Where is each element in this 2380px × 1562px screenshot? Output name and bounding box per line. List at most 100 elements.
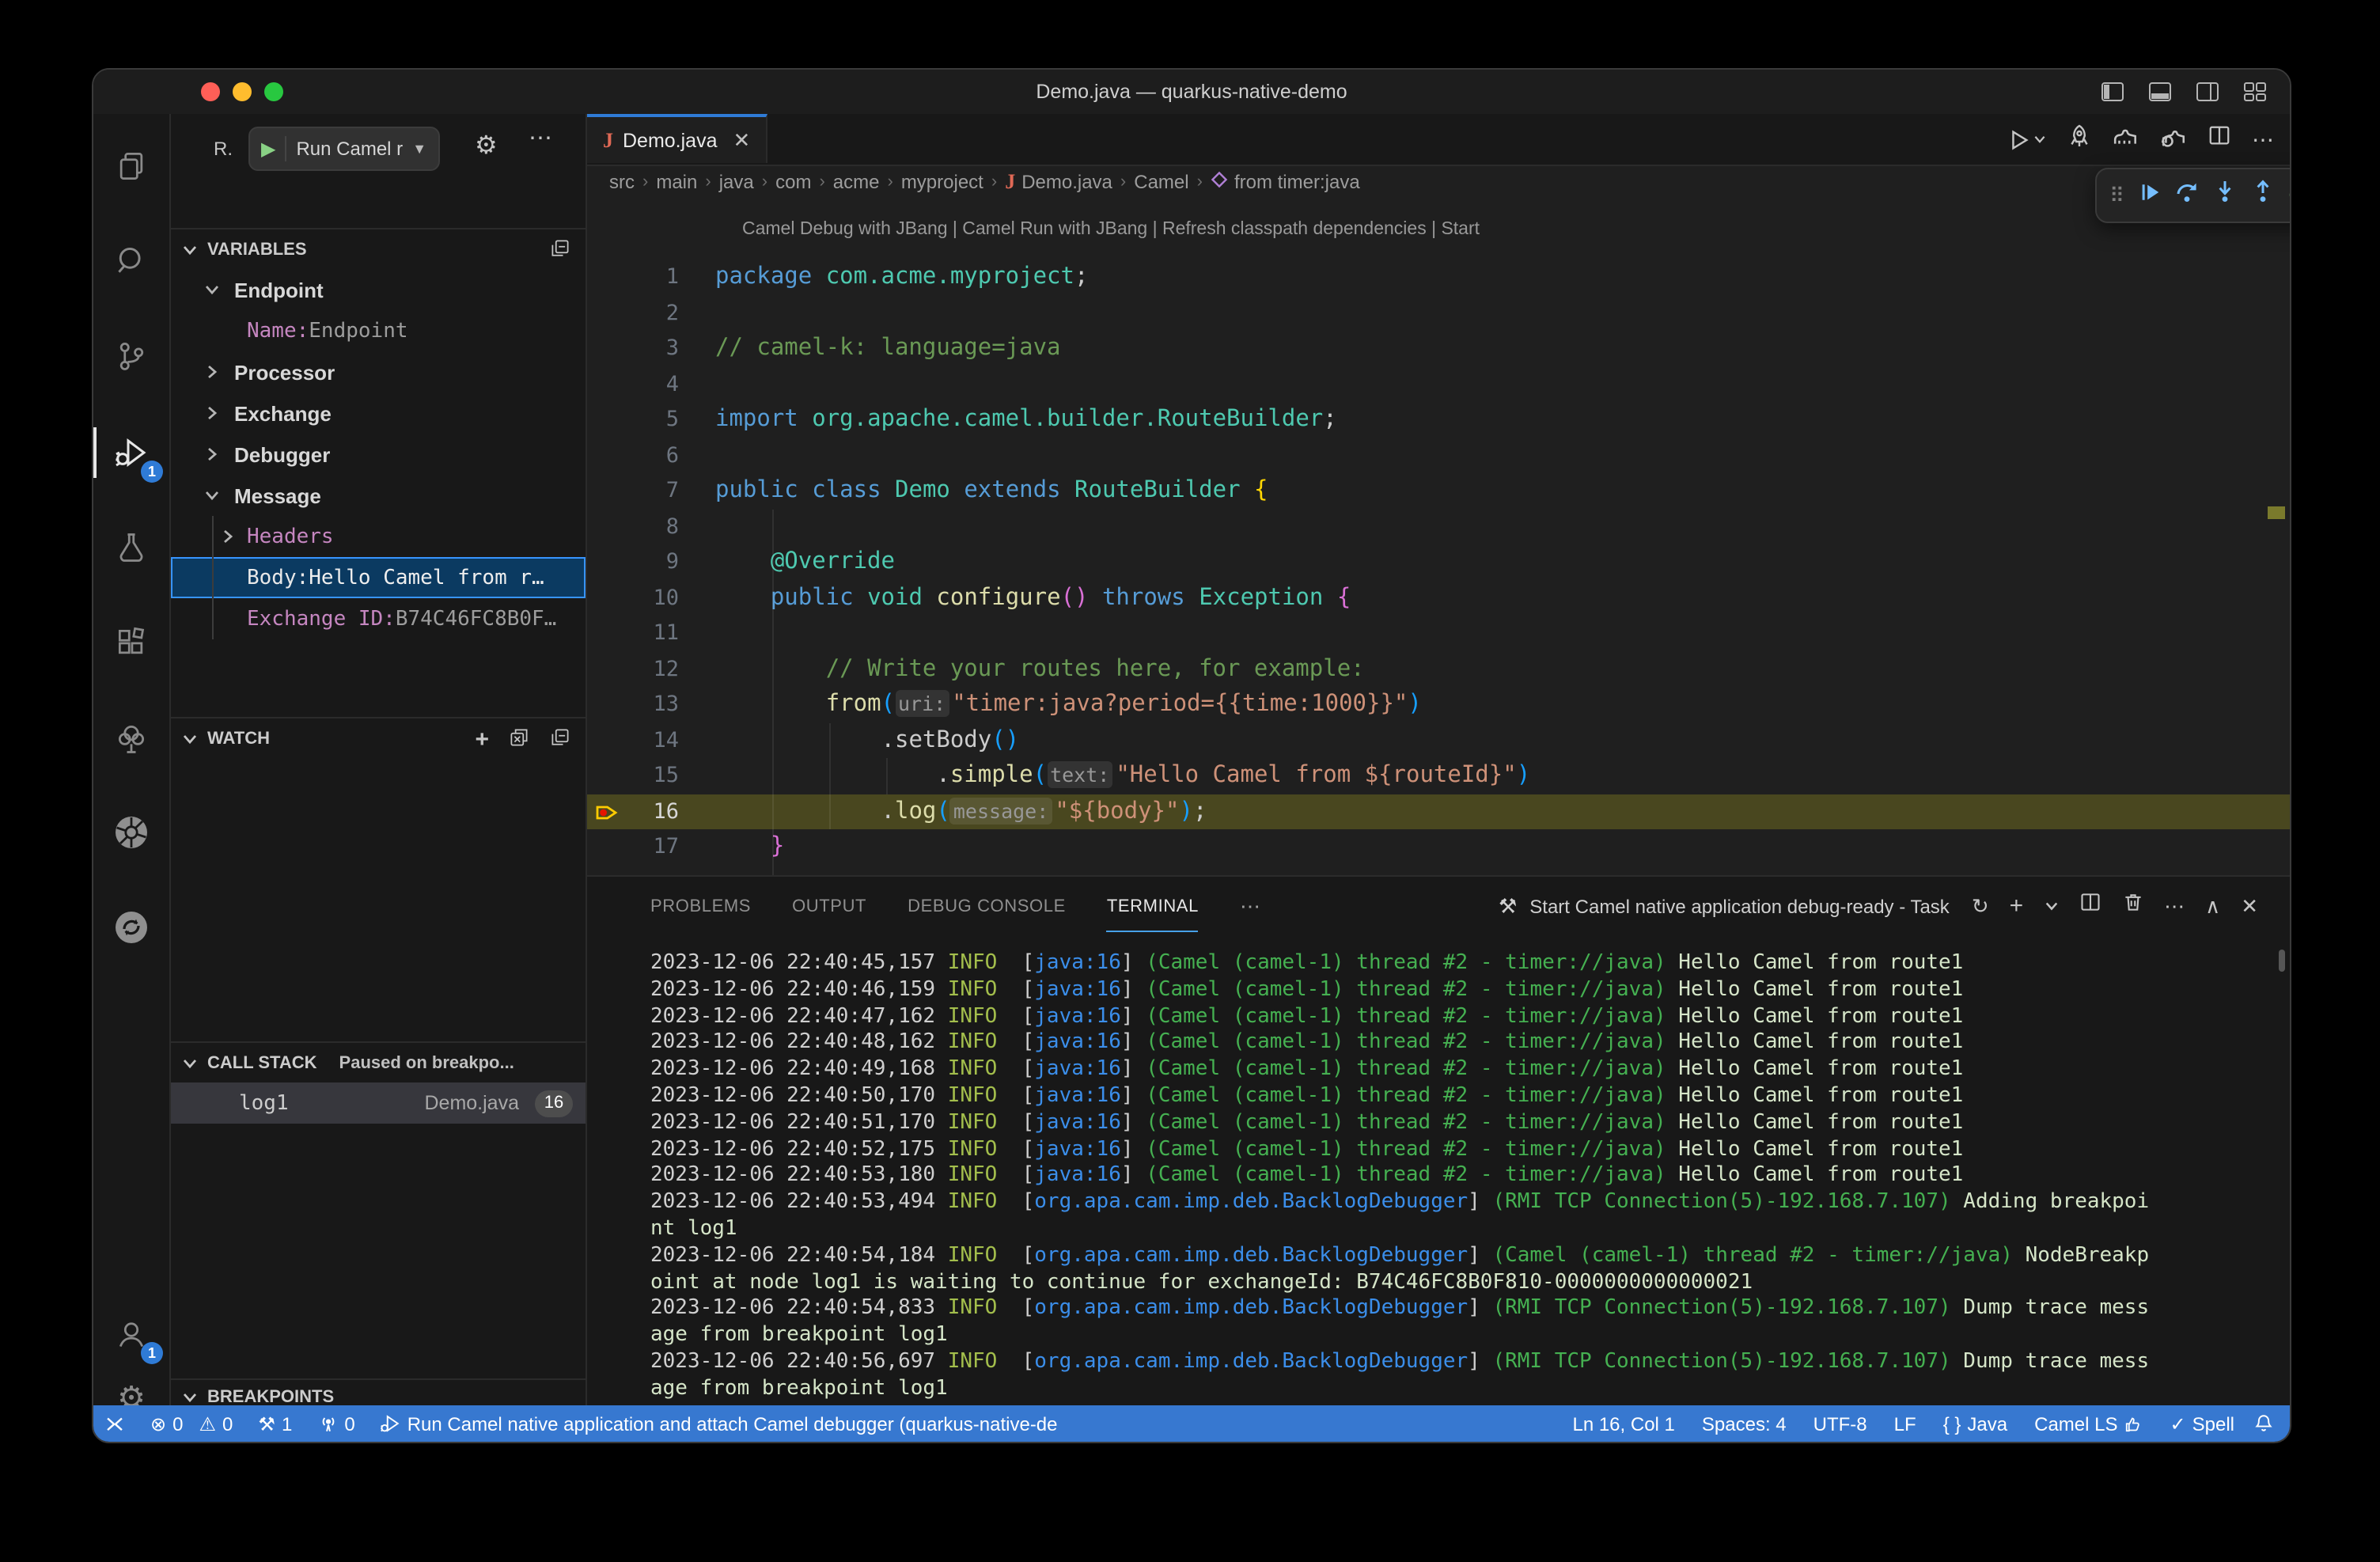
breadcrumb-item[interactable]: java bbox=[719, 171, 754, 193]
close-panel-icon[interactable]: ✕ bbox=[2241, 893, 2258, 919]
step-over-icon[interactable] bbox=[2173, 179, 2199, 212]
eol-sequence[interactable]: LF bbox=[1894, 1412, 1916, 1435]
language-mode[interactable]: { }Java bbox=[1943, 1412, 2007, 1435]
accounts-icon[interactable]: 1 bbox=[93, 1298, 169, 1371]
tree-chevron-icon[interactable] bbox=[204, 364, 220, 380]
tree-chevron-icon[interactable] bbox=[204, 446, 220, 462]
breadcrumb-item[interactable]: JDemo.java bbox=[1005, 169, 1112, 195]
line-number[interactable]: 1 bbox=[587, 260, 679, 295]
variables-row[interactable]: Debugger bbox=[171, 434, 586, 475]
code-line[interactable]: 14 .setBody() bbox=[587, 722, 2290, 758]
new-terminal-icon[interactable]: + bbox=[2010, 893, 2024, 919]
openshift-sync-icon[interactable] bbox=[93, 891, 169, 964]
call-stack-pane-header[interactable]: CALL STACK Paused on breakpo... bbox=[171, 1041, 586, 1084]
breadcrumb-item[interactable]: Camel bbox=[1134, 171, 1188, 193]
kubernetes-icon[interactable] bbox=[93, 796, 169, 869]
remote-indicator[interactable] bbox=[104, 1413, 125, 1434]
tab-debug-console[interactable]: DEBUG CONSOLE bbox=[908, 880, 1066, 932]
variables-row[interactable]: Processor bbox=[171, 351, 586, 392]
kill-terminal-icon[interactable] bbox=[2121, 891, 2143, 921]
breadcrumb-item[interactable]: myproject bbox=[901, 171, 983, 193]
notifications-bell-icon[interactable] bbox=[2253, 1413, 2274, 1434]
line-number[interactable]: 10 bbox=[587, 580, 679, 616]
code-line[interactable]: 16 .log(message:"${body}"); bbox=[587, 794, 2290, 829]
tree-chevron-icon[interactable] bbox=[204, 487, 220, 503]
line-number[interactable]: 2 bbox=[587, 295, 679, 331]
tab-output[interactable]: OUTPUT bbox=[792, 880, 866, 932]
project-tree-icon[interactable] bbox=[93, 703, 169, 775]
collapse-all-icon[interactable] bbox=[549, 237, 571, 263]
breadcrumb-item[interactable]: from timer:java bbox=[1211, 171, 1360, 193]
start-debug-button[interactable]: ▶ Run Camel r ▼ bbox=[248, 127, 439, 171]
split-terminal-icon[interactable] bbox=[2079, 891, 2101, 921]
restart-icon[interactable]: ↺ bbox=[2287, 180, 2290, 211]
code-line[interactable]: 10 public void configure() throws Except… bbox=[587, 580, 2290, 616]
code-line[interactable]: 17 } bbox=[587, 829, 2290, 865]
testing-icon[interactable] bbox=[93, 511, 169, 584]
problems-status[interactable]: ⊗0 ⚠0 bbox=[150, 1412, 233, 1435]
line-number[interactable]: 12 bbox=[587, 651, 679, 687]
terminal-dropdown-chevron-icon[interactable] bbox=[2044, 892, 2058, 920]
quarkus-rocket-icon[interactable] bbox=[2067, 123, 2092, 156]
code-line[interactable]: 6 bbox=[587, 438, 2290, 473]
breadcrumb-item[interactable]: src bbox=[609, 171, 635, 193]
line-number[interactable]: 9 bbox=[587, 544, 679, 580]
variables-row[interactable]: Name:Endpoint bbox=[171, 310, 586, 351]
terminal-task-label[interactable]: Start Camel native application debug-rea… bbox=[1529, 895, 1950, 917]
line-number[interactable]: 6 bbox=[587, 438, 679, 473]
toolbar-drag-handle[interactable]: ⠿ bbox=[2109, 183, 2124, 208]
code-line[interactable]: 4 bbox=[587, 366, 2290, 402]
line-number[interactable]: 15 bbox=[587, 758, 679, 794]
tab-demo-java[interactable]: J Demo.java ✕ bbox=[587, 114, 767, 163]
variables-row[interactable]: Endpoint bbox=[171, 269, 586, 310]
toggle-panel-icon[interactable] bbox=[2147, 79, 2173, 104]
camel-ls-status[interactable]: Camel LS bbox=[2034, 1412, 2143, 1435]
breadcrumb-item[interactable]: com bbox=[775, 171, 811, 193]
tree-chevron-icon[interactable] bbox=[220, 529, 236, 544]
breadcrumb-item[interactable]: acme bbox=[833, 171, 880, 193]
code-line[interactable]: 2 bbox=[587, 295, 2290, 331]
source-control-icon[interactable] bbox=[93, 320, 169, 392]
variables-row[interactable]: Body: Hello Camel from r… bbox=[171, 557, 586, 598]
line-number[interactable]: 8 bbox=[587, 509, 679, 544]
code-line[interactable]: 11 bbox=[587, 616, 2290, 651]
stack-frame-row[interactable]: log1 Demo.java 16 bbox=[171, 1082, 586, 1124]
code-line[interactable]: 9 @Override bbox=[587, 544, 2290, 580]
run-and-debug-icon[interactable]: 1 bbox=[93, 416, 169, 489]
codelens-links[interactable]: Camel Debug with JBang | Camel Run with … bbox=[742, 220, 1480, 239]
search-icon[interactable] bbox=[93, 225, 169, 298]
terminal-scrollbar[interactable] bbox=[2279, 950, 2285, 972]
watch-pane-header[interactable]: WATCH + bbox=[171, 717, 586, 760]
step-into-icon[interactable] bbox=[2211, 179, 2237, 212]
line-number[interactable]: 3 bbox=[587, 331, 679, 366]
close-tab-icon[interactable]: ✕ bbox=[733, 127, 751, 153]
code-line[interactable]: 12 // Write your routes here, for exampl… bbox=[587, 651, 2290, 687]
explorer-icon[interactable] bbox=[93, 130, 169, 203]
variables-row[interactable]: Exchange bbox=[171, 392, 586, 434]
code-line[interactable]: 1package com.acme.myproject; bbox=[587, 260, 2290, 295]
camel-debug-icon[interactable] bbox=[2160, 122, 2187, 157]
maximize-panel-icon[interactable]: ∧ bbox=[2205, 893, 2220, 919]
cursor-position[interactable]: Ln 16, Col 1 bbox=[1572, 1412, 1674, 1435]
customize-layout-icon[interactable] bbox=[2242, 79, 2268, 104]
breadcrumb-item[interactable]: main bbox=[656, 171, 697, 193]
split-editor-icon[interactable] bbox=[2208, 123, 2231, 155]
add-expression-icon[interactable]: + bbox=[475, 726, 489, 753]
tree-chevron-icon[interactable] bbox=[204, 282, 220, 298]
indentation[interactable]: Spaces: 4 bbox=[1702, 1412, 1787, 1435]
extensions-icon[interactable] bbox=[93, 606, 169, 679]
continue-icon[interactable] bbox=[2137, 180, 2161, 211]
code-line[interactable]: 7public class Demo extends RouteBuilder … bbox=[587, 473, 2290, 509]
code-line[interactable]: 15 .simple(text:"Hello Camel from ${rout… bbox=[587, 758, 2290, 794]
line-number[interactable]: 7 bbox=[587, 473, 679, 509]
toggle-primary-sidebar-icon[interactable] bbox=[2100, 79, 2125, 104]
code-editor[interactable]: Camel Debug with JBang | Camel Run with … bbox=[587, 199, 2290, 875]
relaunch-task-icon[interactable]: ↻ bbox=[1972, 893, 1989, 919]
code-line[interactable]: 13 from(uri:"timer:java?period={{time:10… bbox=[587, 687, 2290, 722]
configure-gear-icon[interactable]: ⚙ bbox=[475, 130, 498, 161]
code-line[interactable]: 5import org.apache.camel.builder.RouteBu… bbox=[587, 402, 2290, 438]
toggle-secondary-sidebar-icon[interactable] bbox=[2195, 79, 2220, 104]
more-actions-icon[interactable]: ⋯ bbox=[2252, 126, 2274, 153]
variables-row[interactable]: Exchange ID: B74C46FC8B0F… bbox=[171, 598, 586, 639]
line-number[interactable]: 14 bbox=[587, 722, 679, 758]
